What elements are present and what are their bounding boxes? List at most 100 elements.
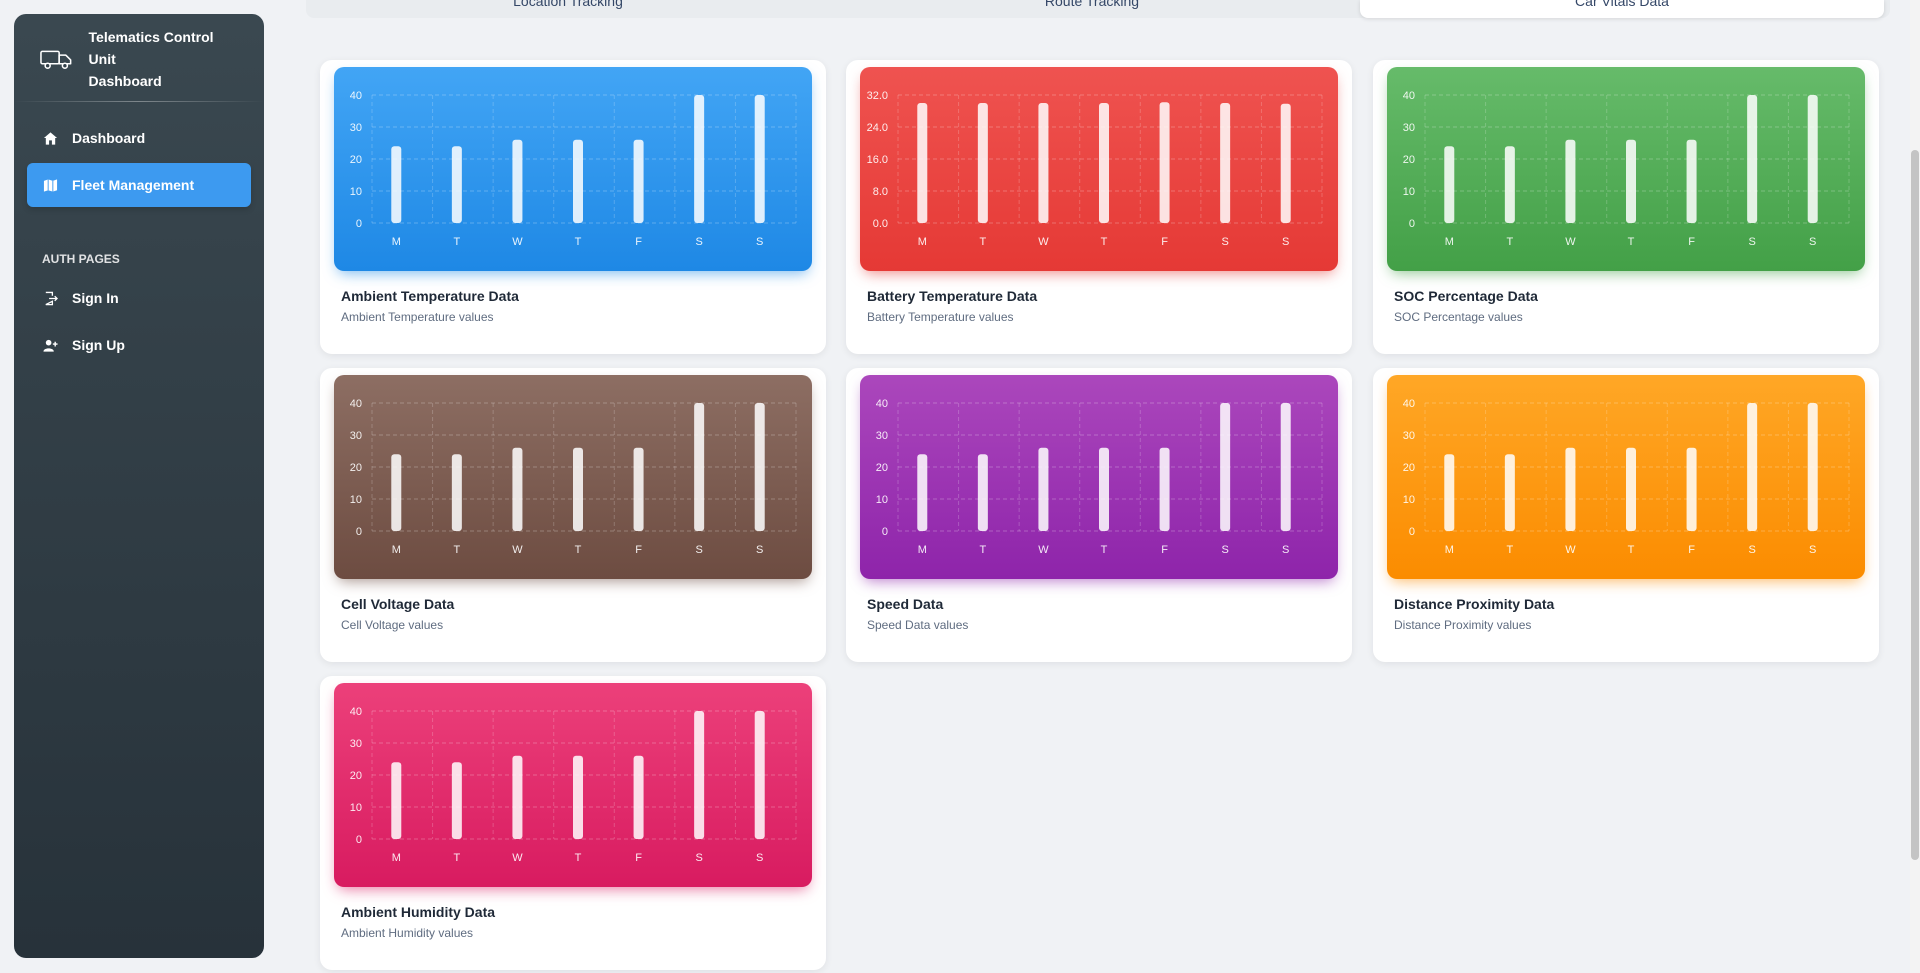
brand-title: Telematics Control Unit Dashboard — [89, 26, 238, 92]
x-tick-label: S — [1221, 236, 1228, 248]
brand[interactable]: Telematics Control Unit Dashboard — [14, 14, 264, 101]
y-tick-label: 40 — [350, 90, 362, 102]
bar — [1565, 447, 1576, 531]
card-title: Ambient Temperature Data — [341, 288, 519, 304]
sidebar-nav: Dashboard Fleet Management — [14, 102, 264, 207]
bar — [633, 139, 644, 223]
bar-chart: 0 10 20 30 40 M T W T F S S — [350, 398, 797, 556]
sidebar: Telematics Control Unit Dashboard Dashbo… — [14, 14, 264, 958]
bar — [1038, 103, 1049, 223]
card-subtitle: Speed Data values — [867, 618, 969, 632]
chart-card-cell-voltage: 0 10 20 30 40 M T W T F S S Cell Voltage Data Cell … — [320, 368, 826, 662]
scrollbar-track[interactable] — [1910, 0, 1920, 973]
bar — [1099, 103, 1109, 223]
bar-chart: 0 10 20 30 40 M T W T F S S — [350, 90, 797, 248]
y-tick-label: 24.0 — [867, 122, 888, 134]
y-tick-label: 0 — [1409, 526, 1415, 538]
y-tick-label: 20 — [350, 462, 362, 474]
y-tick-label: 20 — [350, 154, 362, 166]
bar-chart: 0 10 20 30 40 M T W T F S S — [1403, 398, 1850, 556]
y-tick-label: 10 — [1403, 186, 1415, 198]
bar — [977, 103, 988, 223]
bar — [1747, 95, 1758, 223]
chart-panel: 0 10 20 30 40 M T W T F S S — [860, 375, 1338, 579]
x-tick-label: S — [1282, 236, 1289, 248]
card-title: Distance Proximity Data — [1394, 596, 1555, 612]
x-tick-label: T — [1101, 236, 1108, 248]
bar — [1504, 454, 1515, 531]
auth-nav: Sign In Sign Up — [14, 276, 264, 367]
y-tick-label: 40 — [350, 706, 362, 718]
x-tick-label: T — [575, 544, 582, 556]
x-tick-label: F — [1688, 236, 1695, 248]
bar — [1159, 102, 1170, 223]
card-subtitle: Ambient Humidity values — [341, 926, 474, 940]
x-tick-label: M — [392, 544, 401, 556]
chart-card-ambient-temperature: 0 10 20 30 40 M T W T F S S Ambient Temperature Dat… — [320, 60, 826, 354]
bar — [633, 447, 644, 531]
bar — [512, 447, 523, 531]
chart-card-battery-temperature: 0.0 8.0 16.0 24.0 32.0 M T W T F S S Battery Temper… — [846, 60, 1352, 354]
sidebar-item-sign-in[interactable]: Sign In — [27, 276, 251, 320]
auth-pages-heading: AUTH PAGES — [42, 252, 120, 266]
chart-card-soc-percentage: 0 10 20 30 40 M T W T F S S SOC Percentage Data SOC… — [1373, 60, 1879, 354]
card-title: Ambient Humidity Data — [341, 904, 496, 920]
tab-car-vitals-data[interactable]: Car Vitals Data — [1360, 0, 1884, 18]
sidebar-item-label: Sign In — [72, 290, 119, 306]
x-tick-label: S — [1809, 236, 1816, 248]
card-title: SOC Percentage Data — [1394, 288, 1538, 304]
x-tick-label: M — [392, 236, 401, 248]
bar — [512, 139, 523, 223]
y-tick-label: 0 — [882, 526, 888, 538]
bar — [1504, 146, 1515, 223]
scrollbar-thumb[interactable] — [1911, 150, 1919, 860]
card-title: Battery Temperature Data — [867, 288, 1038, 304]
x-tick-label: F — [635, 852, 642, 864]
tab-route-tracking[interactable]: Route Tracking — [830, 0, 1354, 18]
bar — [1686, 447, 1697, 531]
x-tick-label: T — [1101, 544, 1108, 556]
x-tick-label: W — [512, 544, 523, 556]
truck-icon — [40, 50, 72, 69]
add-user-icon — [42, 337, 58, 353]
tab-location-tracking[interactable]: Location Tracking — [306, 0, 830, 18]
bar — [451, 454, 462, 531]
x-tick-label: S — [695, 544, 702, 556]
x-tick-label: T — [453, 544, 460, 556]
tab-label: Location Tracking — [513, 0, 623, 9]
bar — [451, 146, 462, 223]
y-tick-label: 30 — [350, 738, 362, 750]
x-tick-label: S — [1221, 544, 1228, 556]
bar — [573, 447, 583, 531]
sidebar-item-sign-up[interactable]: Sign Up — [27, 323, 251, 367]
y-tick-label: 10 — [1403, 494, 1415, 506]
x-tick-label: M — [918, 236, 927, 248]
y-tick-label: 40 — [876, 398, 888, 410]
bar — [391, 762, 402, 839]
sidebar-item-dashboard[interactable]: Dashboard — [27, 116, 251, 160]
bar-chart: 0 10 20 30 40 M T W T F S S — [876, 398, 1323, 556]
bar — [573, 139, 583, 223]
y-tick-label: 0 — [1409, 218, 1415, 230]
y-tick-label: 8.0 — [873, 186, 888, 198]
bar — [1807, 403, 1818, 531]
x-tick-label: W — [1038, 236, 1049, 248]
bar — [1159, 447, 1170, 531]
bar — [512, 755, 523, 839]
x-tick-label: F — [1161, 236, 1168, 248]
sidebar-item-fleet-management[interactable]: Fleet Management — [27, 163, 251, 207]
bar — [451, 762, 462, 839]
x-tick-label: S — [695, 236, 702, 248]
bar — [917, 454, 928, 531]
y-tick-label: 16.0 — [867, 154, 888, 166]
x-tick-label: W — [512, 236, 523, 248]
x-tick-label: F — [1161, 544, 1168, 556]
y-tick-label: 40 — [1403, 398, 1415, 410]
y-tick-label: 40 — [350, 398, 362, 410]
bar — [754, 711, 765, 839]
bar — [633, 755, 644, 839]
x-tick-label: T — [453, 852, 460, 864]
chart-card-distance-proximity: 0 10 20 30 40 M T W T F S S Distance Proximity Data… — [1373, 368, 1879, 662]
chart-panel: 0 10 20 30 40 M T W T F S S — [1387, 67, 1865, 271]
bar — [754, 95, 765, 223]
